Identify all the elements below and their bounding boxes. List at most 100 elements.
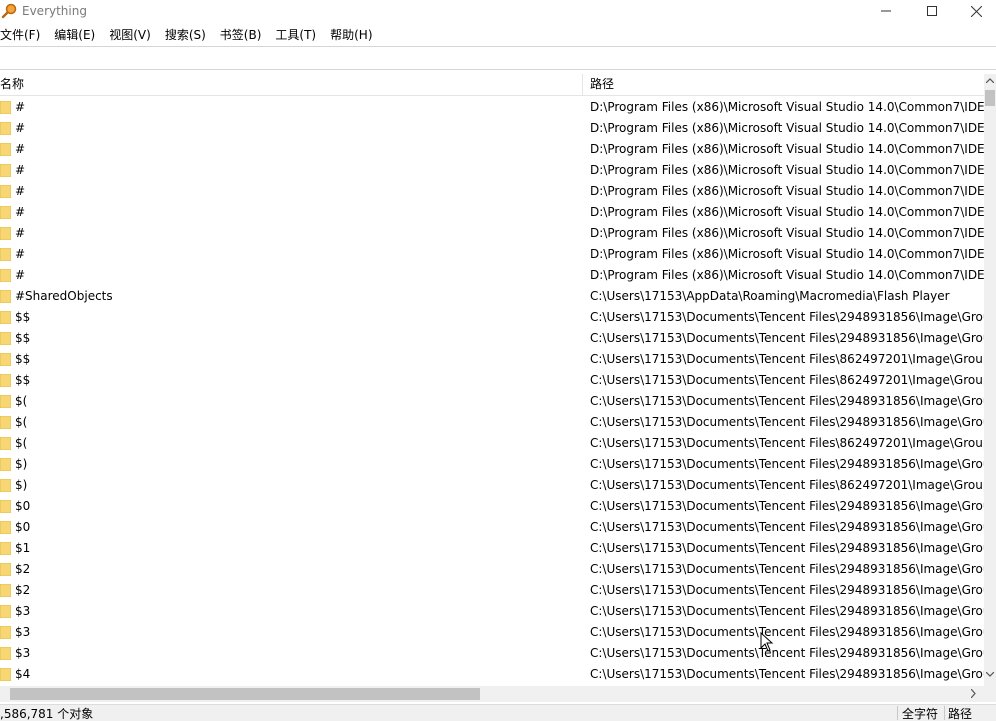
table-row[interactable]: $4 C:\Users\17153\Documents\Tencent Files… [0, 664, 984, 685]
everything-window: Everything 文件(F) 编辑(E) 视图(V) 搜索(S) 书签(B)… [0, 0, 996, 721]
scroll-right-icon[interactable] [971, 689, 976, 698]
table-row[interactable]: # D:\Program Files (x86)\Microsoft Visual… [0, 160, 984, 181]
row-path: C:\Users\17153\Documents\Tencent Files\2… [590, 310, 984, 324]
table-row[interactable]: $1 C:\Users\17153\Documents\Tencent Files… [0, 538, 984, 559]
menu-file[interactable]: 文件(F) [0, 24, 40, 46]
menu-bookmarks[interactable]: 书签(B) [220, 24, 262, 46]
table-row[interactable]: $(C:\Users\17153\Documents\Tencent Files… [0, 433, 984, 454]
row-path: C:\Users\17153\Documents\Tencent Files\2… [590, 457, 984, 471]
column-header: 名称 路径 [0, 74, 984, 96]
table-row[interactable]: # D:\Program Files (x86)\Microsoft Visual… [0, 223, 984, 244]
row-path: C:\Users\17153\Documents\Tencent Files\2… [590, 331, 984, 345]
table-row[interactable]: $0 C:\Users\17153\Documents\Tencent Files… [0, 496, 984, 517]
row-name: $$ [15, 310, 31, 324]
row-path: C:\Users\17153\Documents\Tencent Files\2… [590, 499, 984, 513]
row-path: D:\Program Files (x86)\Microsoft Visual … [590, 163, 984, 177]
search-input[interactable] [0, 47, 996, 69]
scroll-down-icon[interactable] [986, 672, 994, 677]
table-row[interactable]: # D:\Program Files (x86)\Microsoft Visual… [0, 181, 984, 202]
folder-icon [0, 668, 11, 681]
row-path: D:\Program Files (x86)\Microsoft Visual … [590, 142, 984, 156]
vertical-scrollbar[interactable] [984, 74, 996, 686]
table-row[interactable]: #SharedObjects C:\Users\17153\AppData\Roa… [0, 286, 984, 307]
table-row[interactable]: # D:\Program Files (x86)\Microsoft Visual… [0, 139, 984, 160]
table-row[interactable]: $2 C:\Users\17153\Documents\Tencent Files… [0, 559, 984, 580]
folder-icon [0, 521, 11, 534]
table-row[interactable]: $(C:\Users\17153\Documents\Tencent Files… [0, 391, 984, 412]
menu-tools[interactable]: 工具(T) [275, 24, 316, 46]
column-header-path[interactable]: 路径 [590, 74, 984, 95]
folder-icon [0, 185, 11, 198]
table-row[interactable]: # D:\Program Files (x86)\Microsoft Visual… [0, 265, 984, 286]
column-header-name[interactable]: 名称 [0, 74, 583, 95]
folder-icon [0, 374, 11, 387]
row-name: $$ [15, 352, 31, 366]
maximize-button[interactable] [909, 0, 955, 22]
minimize-button[interactable] [863, 0, 909, 22]
row-path: D:\Program Files (x86)\Microsoft Visual … [590, 268, 984, 282]
row-name: $) [15, 478, 28, 492]
menu-help[interactable]: 帮助(H) [330, 24, 372, 46]
table-row[interactable]: # D:\Program Files (x86)\Microsoft Visual… [0, 97, 984, 118]
result-list[interactable]: # D:\Program Files (x86)\Microsoft Visual… [0, 97, 984, 685]
row-path: C:\Users\17153\Documents\Tencent Files\2… [590, 541, 984, 555]
row-name: # [15, 163, 26, 177]
menu-search[interactable]: 搜索(S) [165, 24, 206, 46]
table-row[interactable]: $3 C:\Users\17153\Documents\Tencent Files… [0, 622, 984, 643]
minimize-icon [881, 10, 891, 12]
status-match-path[interactable]: 路径 [948, 707, 972, 721]
row-path: C:\Users\17153\Documents\Tencent Files\2… [590, 625, 984, 639]
folder-icon [0, 248, 11, 261]
row-path: C:\Users\17153\Documents\Tencent Files\8… [590, 436, 984, 450]
row-path: C:\Users\17153\Documents\Tencent Files\2… [590, 646, 984, 660]
row-name: $1 [15, 541, 31, 555]
table-row[interactable]: $3 C:\Users\17153\Documents\Tencent Files… [0, 601, 984, 622]
folder-icon [0, 563, 11, 576]
title-bar[interactable]: Everything [0, 0, 996, 22]
table-row[interactable]: $0 C:\Users\17153\Documents\Tencent Files… [0, 517, 984, 538]
table-row[interactable]: # D:\Program Files (x86)\Microsoft Visual… [0, 118, 984, 139]
row-path: D:\Program Files (x86)\Microsoft Visual … [590, 100, 984, 114]
row-name: $3 [15, 604, 31, 618]
vertical-scroll-thumb[interactable] [985, 90, 995, 106]
table-row[interactable]: $$ C:\Users\17153\Documents\Tencent Files… [0, 307, 984, 328]
menu-edit[interactable]: 编辑(E) [54, 24, 95, 46]
row-name: $( [15, 415, 28, 429]
row-name: # [15, 100, 26, 114]
horizontal-scroll-thumb[interactable] [10, 688, 480, 700]
table-row[interactable]: # D:\Program Files (x86)\Microsoft Visual… [0, 202, 984, 223]
table-row[interactable]: # D:\Program Files (x86)\Microsoft Visual… [0, 244, 984, 265]
row-name: $( [15, 394, 28, 408]
table-row[interactable]: $$ C:\Users\17153\Documents\Tencent Files… [0, 328, 984, 349]
status-match-whole-word[interactable]: 全字符 [902, 707, 938, 721]
folder-icon [0, 164, 11, 177]
row-path: D:\Program Files (x86)\Microsoft Visual … [590, 226, 984, 240]
menu-view[interactable]: 视图(V) [109, 24, 151, 46]
maximize-icon [927, 6, 937, 16]
folder-icon [0, 500, 11, 513]
scroll-up-icon[interactable] [986, 78, 994, 83]
table-row[interactable]: $3 C:\Users\17153\Documents\Tencent Files… [0, 643, 984, 664]
row-name: # [15, 142, 26, 156]
row-path: C:\Users\17153\AppData\Roaming\Macromedi… [590, 289, 950, 303]
status-bar: ,586,781 个对象 全字符 路径 [0, 704, 996, 721]
folder-icon [0, 458, 11, 471]
horizontal-scrollbar[interactable] [0, 686, 984, 702]
search-bar [0, 46, 996, 70]
row-path: C:\Users\17153\Documents\Tencent Files\2… [590, 667, 984, 681]
table-row[interactable]: $(C:\Users\17153\Documents\Tencent Files… [0, 412, 984, 433]
row-path: C:\Users\17153\Documents\Tencent Files\2… [590, 520, 984, 534]
table-row[interactable]: $) C:\Users\17153\Documents\Tencent Files… [0, 475, 984, 496]
folder-icon [0, 605, 11, 618]
folder-icon [0, 479, 11, 492]
close-button[interactable] [953, 0, 996, 22]
table-row[interactable]: $$ C:\Users\17153\Documents\Tencent Files… [0, 370, 984, 391]
folder-icon [0, 647, 11, 660]
table-row[interactable]: $2 C:\Users\17153\Documents\Tencent Files… [0, 580, 984, 601]
folder-icon [0, 542, 11, 555]
everything-magnifier-icon [1, 3, 17, 19]
row-path: D:\Program Files (x86)\Microsoft Visual … [590, 205, 984, 219]
table-row[interactable]: $) C:\Users\17153\Documents\Tencent Files… [0, 454, 984, 475]
window-title: Everything [22, 4, 87, 18]
table-row[interactable]: $$ C:\Users\17153\Documents\Tencent Files… [0, 349, 984, 370]
